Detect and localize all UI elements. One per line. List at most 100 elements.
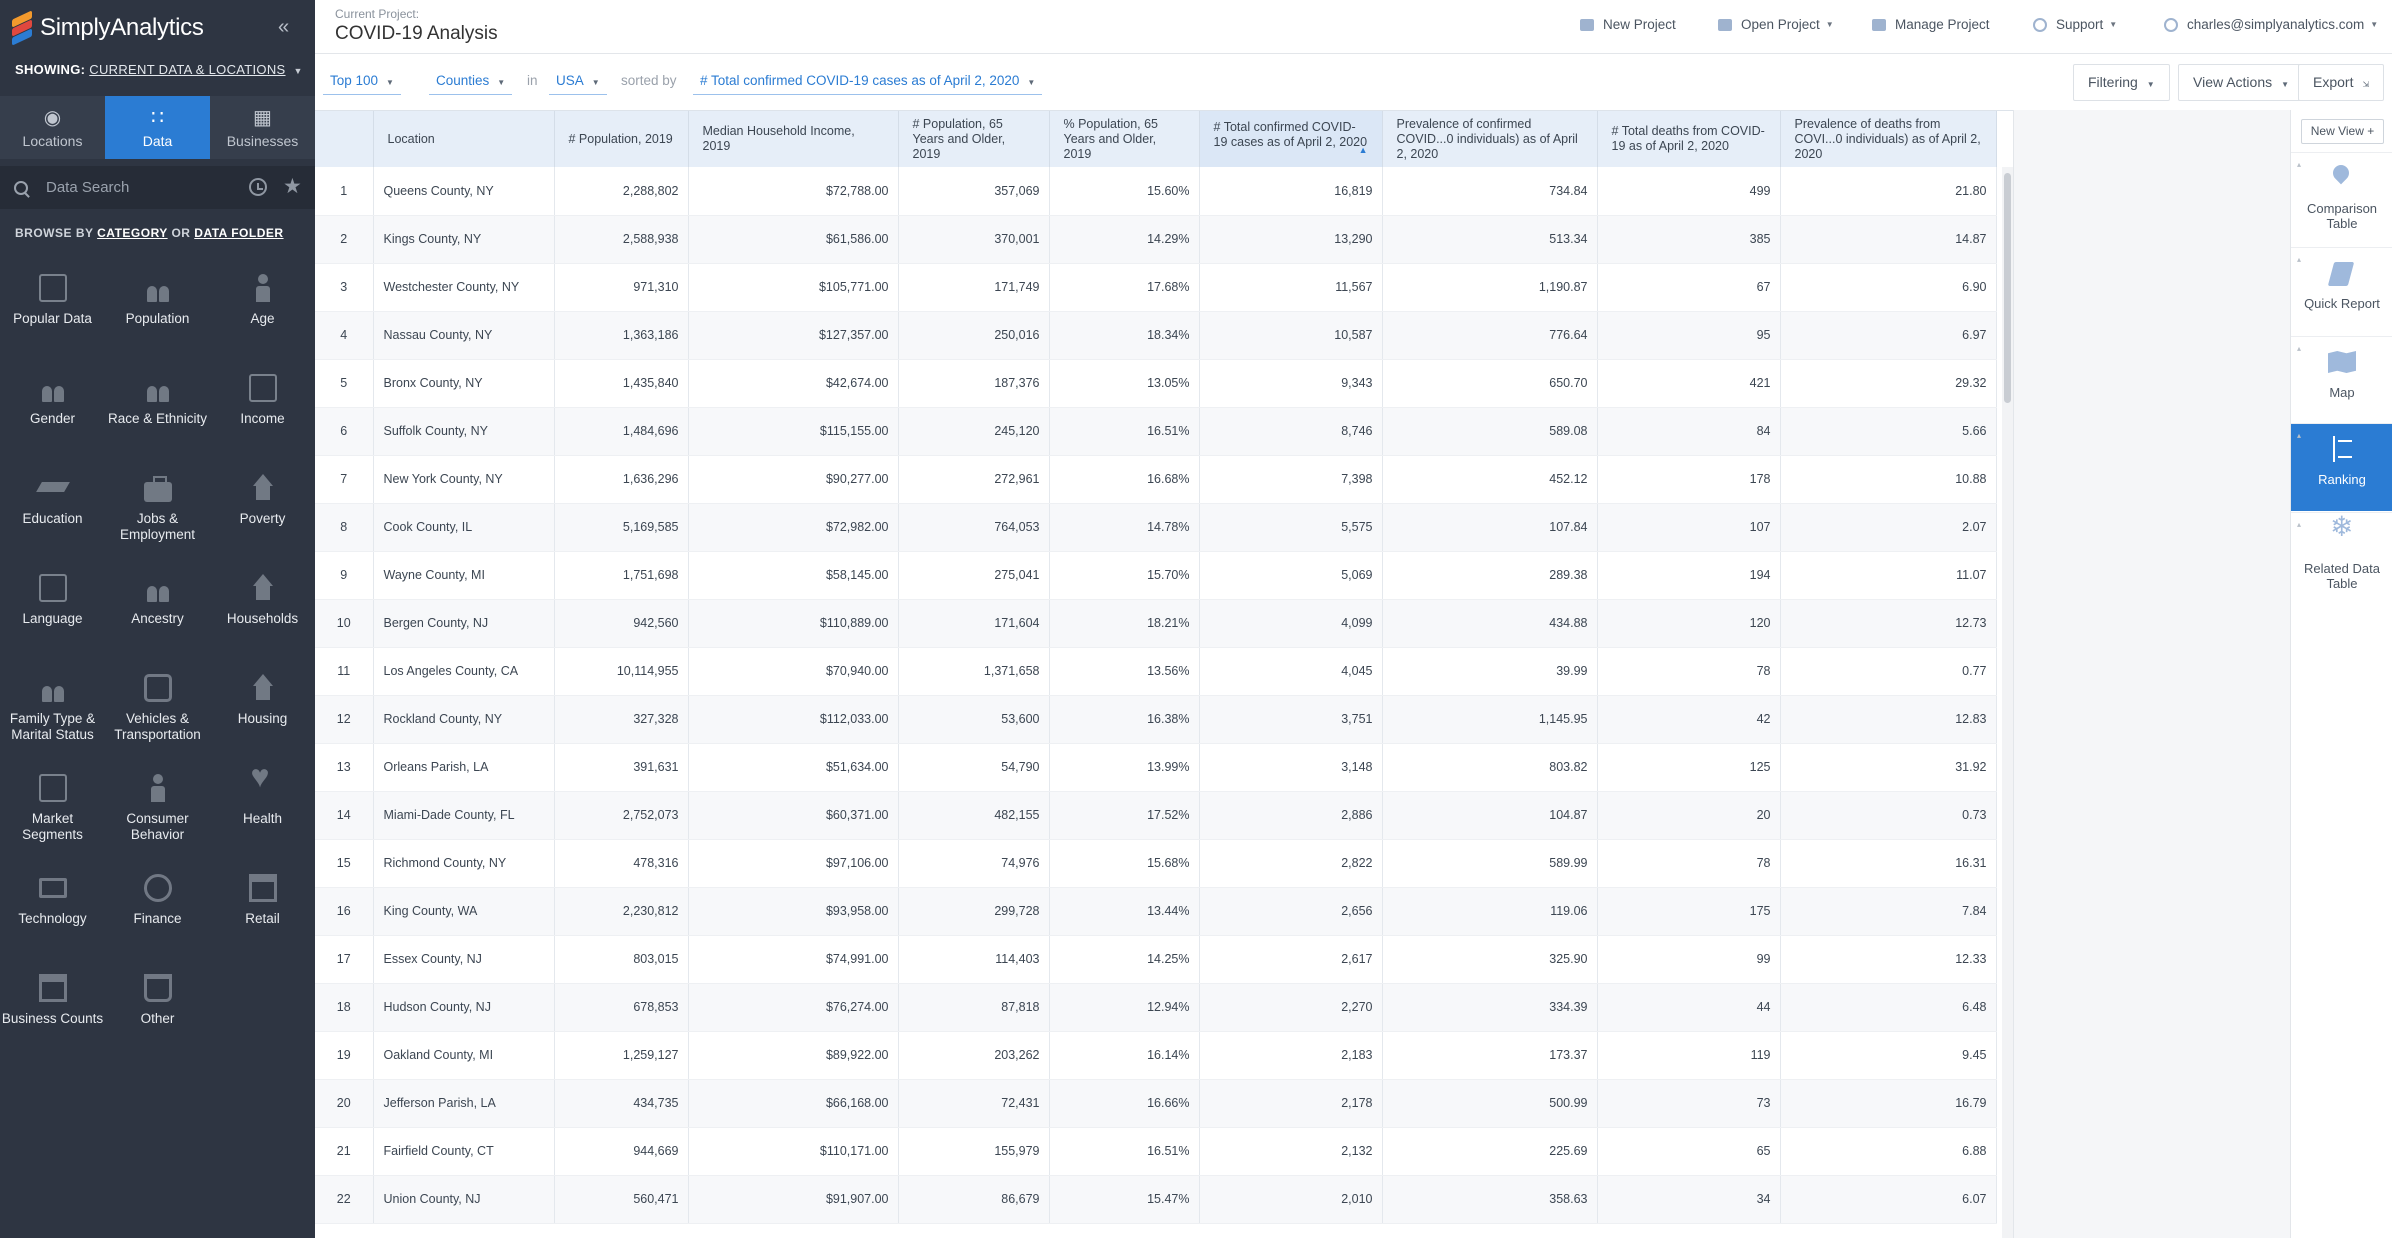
table-row[interactable]: 15 Richmond County, NY 478,316 $97,106.00 74… — [315, 839, 1997, 888]
category-market-segments[interactable]: Market Segments — [0, 768, 105, 868]
column-header[interactable]: Location — [373, 111, 555, 167]
collapse-sidebar-icon[interactable]: « — [278, 16, 289, 39]
table-row[interactable]: 20 Jefferson Parish, LA 434,735 $66,168.00 7… — [315, 1079, 1997, 1128]
category-health[interactable]: Health — [210, 768, 315, 868]
table-row[interactable]: 17 Essex County, NJ 803,015 $74,991.00 114,4… — [315, 935, 1997, 984]
table-row[interactable]: 5 Bronx County, NY 1,435,840 $42,674.00 187,… — [315, 359, 1997, 408]
open-project-button[interactable]: Open Project ▼ — [1718, 17, 1834, 32]
column-header[interactable]: Prevalence of deaths from COVI...0 indiv… — [1780, 111, 1997, 167]
export-button[interactable]: Export ⇲ — [2298, 64, 2385, 101]
value-cell: 20 — [1597, 791, 1781, 840]
view-map[interactable]: ▴ Map — [2291, 336, 2392, 424]
view-quick-report[interactable]: ▴ Quick Report — [2291, 247, 2392, 335]
column-header[interactable]: Median Household Income, 2019 — [688, 111, 899, 167]
view-label: Map — [2329, 385, 2355, 400]
column-header-label: # Total confirmed COVID-19 cases as of A… — [1213, 120, 1368, 149]
column-header[interactable]: # Total confirmed COVID-19 cases as of A… — [1199, 111, 1383, 167]
user-menu[interactable]: charles@simplyanalytics.com ▼ — [2164, 17, 2378, 32]
table-row[interactable]: 11 Los Angeles County, CA 10,114,955 $70,94… — [315, 647, 1997, 696]
support-menu[interactable]: Support ▼ — [2033, 17, 2117, 32]
vertical-scrollbar[interactable] — [2002, 167, 2013, 1238]
column-header[interactable]: % Population, 65 Years and Older, 2019 — [1049, 111, 1200, 167]
rank-cell: 11 — [315, 647, 374, 696]
category-family-type-marital-status[interactable]: Family Type & Marital Status — [0, 668, 105, 768]
category-population[interactable]: Population — [105, 268, 210, 368]
value-cell: 31.92 — [1780, 743, 1997, 792]
value-cell: 21.80 — [1780, 167, 1997, 216]
value-cell: 7,398 — [1199, 455, 1383, 504]
category-consumer-behavior[interactable]: Consumer Behavior — [105, 768, 210, 868]
table-row[interactable]: 14 Miami-Dade County, FL 2,752,073 $60,371.… — [315, 791, 1997, 840]
view-actions-button[interactable]: View Actions ▼ — [2178, 64, 2305, 101]
table-row[interactable]: 22 Union County, NJ 560,471 $91,907.00 86,67… — [315, 1175, 1997, 1224]
value-cell: 5,069 — [1199, 551, 1383, 600]
table-row[interactable]: 18 Hudson County, NJ 678,853 $76,274.00 87,8… — [315, 983, 1997, 1032]
table-row[interactable]: 3 Westchester County, NY 971,310 $105,771.0… — [315, 263, 1997, 312]
category-housing[interactable]: Housing — [210, 668, 315, 768]
table-row[interactable]: 8 Cook County, IL 5,169,585 $72,982.00 764,0… — [315, 503, 1997, 552]
geography-dropdown[interactable]: Counties ▼ — [429, 70, 513, 95]
value-cell: 434,735 — [554, 1079, 689, 1128]
value-cell: 16.79 — [1780, 1079, 1997, 1128]
category-language[interactable]: Language — [0, 568, 105, 668]
manage-project-button[interactable]: Manage Project — [1872, 17, 1990, 32]
browse-category-link[interactable]: CATEGORY — [97, 226, 167, 240]
scrollbar-thumb[interactable] — [2004, 173, 2011, 403]
category-retail[interactable]: Retail — [210, 868, 315, 968]
category-poverty[interactable]: Poverty — [210, 468, 315, 568]
mode-tab-locations[interactable]: ◉ Locations — [0, 96, 105, 159]
browse-data-folder-link[interactable]: DATA FOLDER — [194, 226, 283, 240]
filtering-button[interactable]: Filtering ▼ — [2073, 64, 2170, 101]
new-project-button[interactable]: New Project — [1580, 17, 1676, 32]
column-header[interactable]: # Population, 2019 — [554, 111, 689, 167]
column-header[interactable] — [315, 111, 374, 167]
category-gender[interactable]: Gender — [0, 368, 105, 468]
app-logo[interactable]: SimplyAnalytics — [12, 10, 204, 46]
table-row[interactable]: 4 Nassau County, NY 1,363,186 $127,357.00 25… — [315, 311, 1997, 360]
category-education[interactable]: Education — [0, 468, 105, 568]
column-header[interactable]: # Population, 65 Years and Older, 2019 — [898, 111, 1050, 167]
star-icon[interactable]: ★ — [283, 174, 302, 199]
category-business-counts[interactable]: Business Counts — [0, 968, 105, 1068]
table-row[interactable]: 1 Queens County, NY 2,288,802 $72,788.00 357… — [315, 167, 1997, 216]
category-technology[interactable]: Technology — [0, 868, 105, 968]
view-comparison-table[interactable]: ▴ Comparison Table — [2291, 152, 2392, 240]
table-row[interactable]: 9 Wayne County, MI 1,751,698 $58,145.00 275,… — [315, 551, 1997, 600]
column-header[interactable]: Prevalence of confirmed COVID...0 indivi… — [1382, 111, 1598, 167]
category-race-ethnicity[interactable]: Race & Ethnicity — [105, 368, 210, 468]
table-row[interactable]: 12 Rockland County, NY 327,328 $112,033.00 5… — [315, 695, 1997, 744]
category-other[interactable]: Other — [105, 968, 210, 1068]
table-row[interactable]: 21 Fairfield County, CT 944,669 $110,171.00… — [315, 1127, 1997, 1176]
top-n-dropdown[interactable]: Top 100 ▼ — [323, 70, 401, 95]
category-finance[interactable]: Finance — [105, 868, 210, 968]
region-dropdown[interactable]: USA ▼ — [549, 70, 607, 95]
column-header[interactable]: # Total deaths from COVID-19 as of April… — [1597, 111, 1781, 167]
table-row[interactable]: 6 Suffolk County, NY 1,484,696 $115,155.00 2… — [315, 407, 1997, 456]
table-row[interactable]: 16 King County, WA 2,230,812 $93,958.00 299,… — [315, 887, 1997, 936]
category-income[interactable]: Income — [210, 368, 315, 468]
value-cell: 18.21% — [1049, 599, 1200, 648]
table-row[interactable]: 13 Orleans Parish, LA 391,631 $51,634.00 54,… — [315, 743, 1997, 792]
sort-field-dropdown[interactable]: # Total confirmed COVID-19 cases as of A… — [693, 70, 1043, 95]
category-popular-data[interactable]: Popular Data — [0, 268, 105, 368]
history-icon[interactable] — [249, 178, 267, 196]
mode-tab-businesses[interactable]: ▦ Businesses — [210, 96, 315, 159]
table-row[interactable]: 19 Oakland County, MI 1,259,127 $89,922.00 2… — [315, 1031, 1997, 1080]
category-ancestry[interactable]: Ancestry — [105, 568, 210, 668]
new-view-button[interactable]: New View + — [2301, 119, 2384, 144]
table-row[interactable]: 2 Kings County, NY 2,588,938 $61,586.00 370,… — [315, 215, 1997, 264]
category-age[interactable]: Age — [210, 268, 315, 368]
view-ranking[interactable]: ▴ Ranking — [2291, 423, 2392, 511]
table-row[interactable]: 7 New York County, NY 1,636,296 $90,277.00 2… — [315, 455, 1997, 504]
category-vehicles-transportation[interactable]: Vehicles & Transportation — [105, 668, 210, 768]
table-row[interactable]: 10 Bergen County, NJ 942,560 $110,889.00 171… — [315, 599, 1997, 648]
mode-tab-data[interactable]: ∷ Data — [105, 96, 210, 159]
showing-selector[interactable]: SHOWING: Current Data & Locations ▼ — [15, 62, 303, 77]
category-jobs-employment[interactable]: Jobs & Employment — [105, 468, 210, 568]
data-search-input[interactable] — [44, 178, 244, 197]
category-label: Finance — [133, 911, 182, 926]
view-related-data-table[interactable]: ▴ Related Data Table — [2291, 512, 2392, 600]
category-households[interactable]: Households — [210, 568, 315, 668]
sorted-by-label: sorted by — [621, 73, 677, 88]
value-cell: 16.51% — [1049, 407, 1200, 456]
